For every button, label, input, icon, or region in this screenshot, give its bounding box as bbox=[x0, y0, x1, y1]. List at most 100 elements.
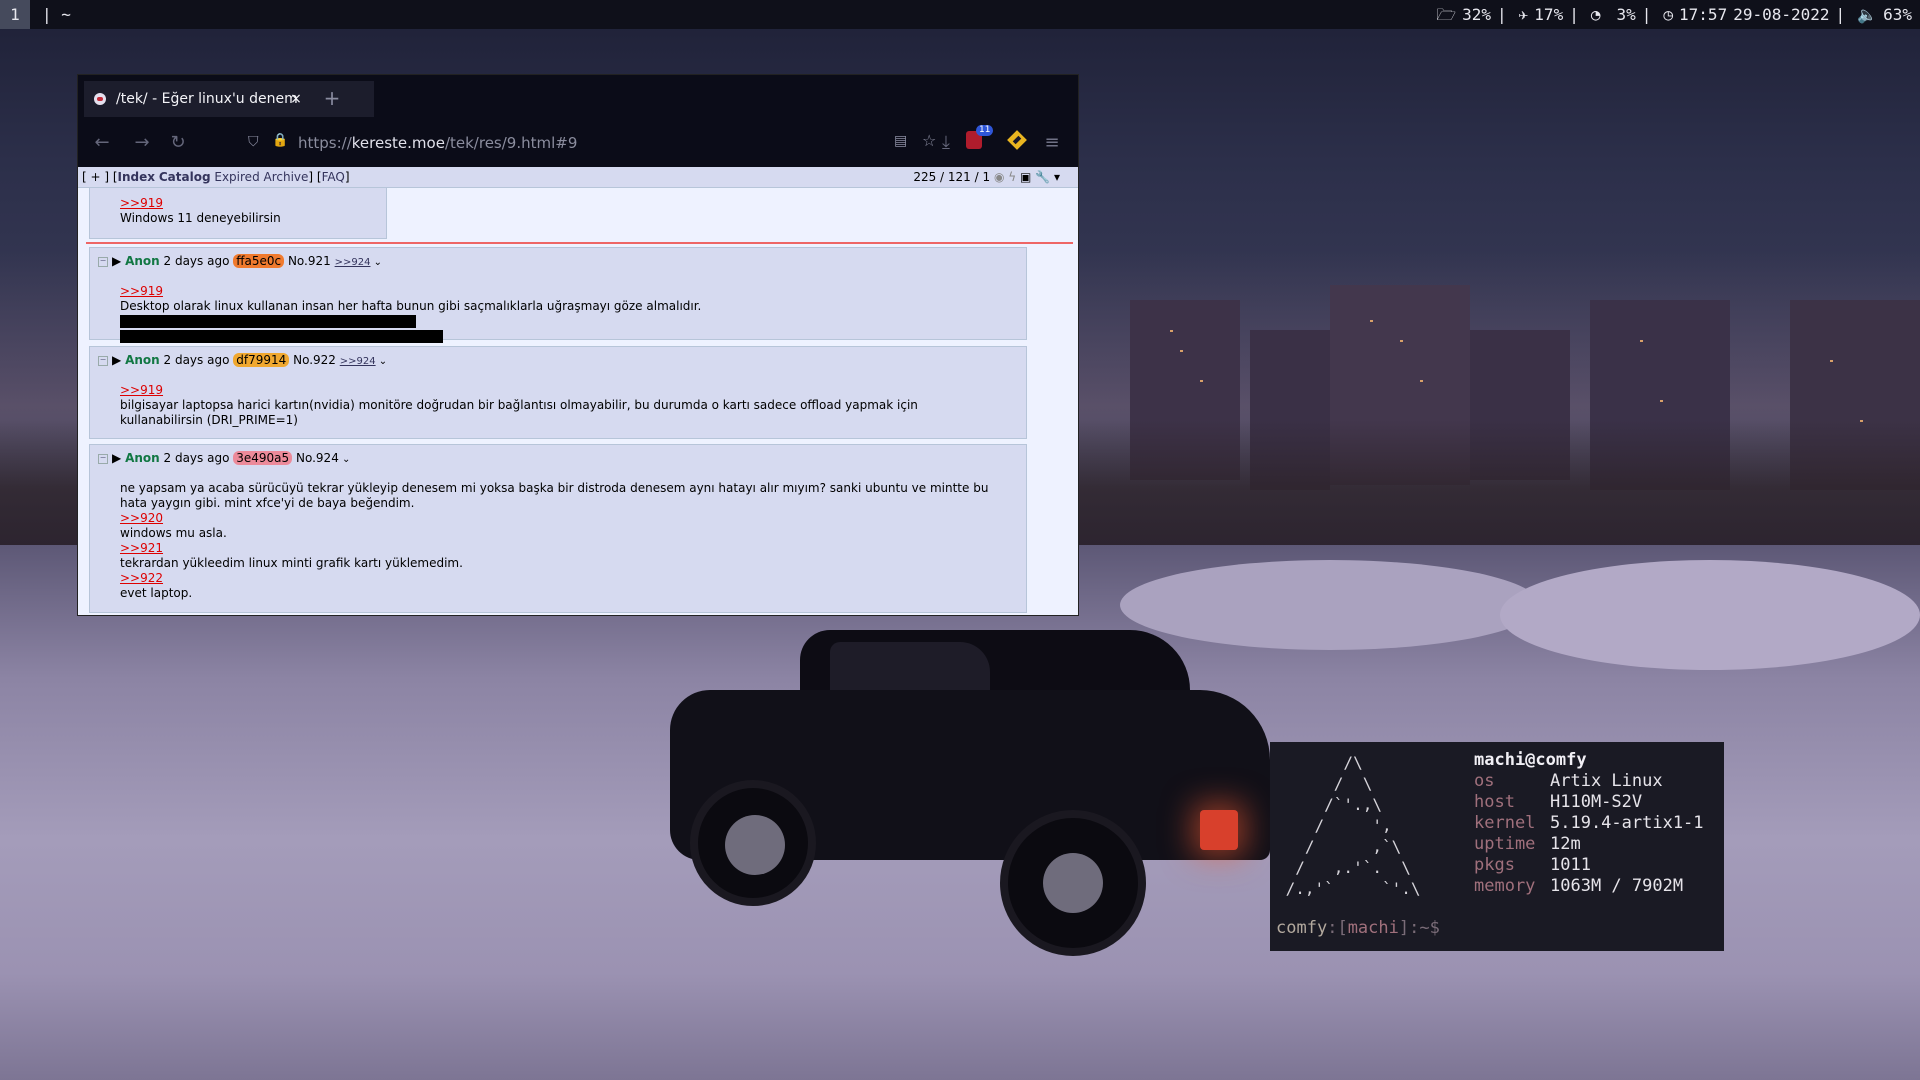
url-bar[interactable]: ⛉ 🔒 https://kereste.moe/tek/res/9.html#9… bbox=[248, 127, 958, 159]
quote-link[interactable]: >>919 bbox=[120, 383, 1000, 398]
workspace-indicator[interactable]: 1 bbox=[0, 0, 30, 29]
quote-link[interactable]: >>921 bbox=[120, 541, 1000, 556]
post-text: evet laptop. bbox=[120, 586, 193, 600]
navigation-bar: ← → ↻ ⛉ 🔒 https://kereste.moe/tek/res/9.… bbox=[78, 119, 1078, 167]
post-text-line: Desktop olarak linux kullanan insan her … bbox=[120, 299, 1000, 329]
backlink[interactable]: >>924 bbox=[340, 356, 376, 367]
archive-link[interactable]: Archive bbox=[264, 170, 309, 184]
wrench-icon[interactable]: 🔧 bbox=[1035, 170, 1050, 184]
folder-icon: 🗁 bbox=[1436, 5, 1457, 24]
prompt-bracket: [ bbox=[1337, 918, 1348, 938]
quote-link[interactable]: >>920 bbox=[120, 511, 1000, 526]
download-icon[interactable]: ⤓ bbox=[934, 131, 958, 155]
post-menu-arrow-icon[interactable]: ▶ bbox=[112, 353, 121, 367]
artix-logo-ascii: /\ / \ /`'.,\ / ', / ,`\ / ,.'`. \ /.,'`… bbox=[1285, 753, 1421, 898]
lit-window bbox=[1200, 380, 1203, 382]
terminal-window[interactable]: /\ / \ /`'.,\ / ', / ,`\ / ,.'`. \ /.,'`… bbox=[1270, 742, 1724, 951]
reload-icon[interactable]: ↻ bbox=[166, 131, 190, 155]
fetch-row: host H110M-S2V bbox=[1474, 792, 1704, 813]
separator: | bbox=[1835, 5, 1846, 24]
poster-id-badge[interactable]: 3e490a5 bbox=[233, 451, 293, 465]
fetch-key: uptime bbox=[1474, 834, 1536, 854]
new-tab-button[interactable]: + bbox=[314, 81, 350, 117]
lit-window bbox=[1660, 400, 1663, 402]
clock-date: 29-08-2022 bbox=[1733, 5, 1830, 24]
index-link[interactable]: Index bbox=[118, 170, 155, 184]
post-text: ne yapsam ya acaba sürücüyü tekrar yükle… bbox=[120, 481, 989, 510]
post-menu-arrow-icon[interactable]: ▶ bbox=[112, 254, 121, 268]
spoiler-redaction[interactable] bbox=[120, 330, 443, 343]
nav-bracket: ] [ bbox=[308, 170, 322, 184]
post-info: − ▶ Anon 2 days ago ffa5e0c No.921 >>924 … bbox=[98, 254, 382, 270]
post-text: bilgisayar laptopsa harici kartın(nvidia… bbox=[120, 398, 918, 427]
shell-prompt[interactable]: comfy:[machi]:~$ bbox=[1276, 918, 1440, 938]
catalog-link[interactable]: Catalog bbox=[159, 170, 211, 184]
image-icon[interactable]: ▣ bbox=[1020, 170, 1031, 184]
snow-mound bbox=[1500, 560, 1920, 670]
post-reply: − ▶ Anon 2 days ago 3e490a5 No.924 ⌄ ne y… bbox=[89, 444, 1027, 613]
forward-arrow-icon[interactable]: → bbox=[130, 131, 154, 155]
suv-photo bbox=[670, 630, 1280, 956]
spoiler-redaction[interactable] bbox=[120, 315, 416, 328]
fetch-value: Artix Linux bbox=[1550, 771, 1663, 791]
chevron-down-icon[interactable]: ⌄ bbox=[370, 257, 382, 268]
poster-id-badge[interactable]: ffa5e0c bbox=[233, 254, 285, 268]
dropdown-arrow-icon[interactable]: ▾ bbox=[1054, 170, 1060, 184]
close-tab-button[interactable]: × bbox=[286, 81, 306, 117]
separator: | bbox=[1569, 5, 1579, 24]
fetch-key: memory bbox=[1474, 876, 1536, 896]
eye-icon[interactable]: ◉ bbox=[994, 170, 1004, 184]
chevron-down-icon[interactable]: ⌄ bbox=[339, 454, 350, 465]
poster-id-badge[interactable]: df79914 bbox=[233, 353, 290, 367]
extension-icon[interactable] bbox=[1007, 130, 1027, 150]
quote-link[interactable]: >>919 bbox=[120, 196, 281, 211]
backlink[interactable]: >>924 bbox=[335, 257, 371, 268]
window-title-text: ~ bbox=[61, 5, 71, 24]
lit-window bbox=[1640, 340, 1643, 342]
quote-link[interactable]: >>919 bbox=[120, 284, 1000, 299]
quote-link[interactable]: >>922 bbox=[120, 571, 1000, 586]
lit-window bbox=[1170, 330, 1173, 332]
expired-link[interactable]: Expired bbox=[214, 170, 259, 184]
page-content: [ + ] [Index Catalog Expired Archive] [F… bbox=[78, 167, 1078, 615]
user-host: machi@comfy bbox=[1474, 750, 1587, 770]
fetch-value: H110M-S2V bbox=[1550, 792, 1643, 812]
thread-divider bbox=[86, 242, 1073, 244]
collapse-toggle-icon[interactable]: − bbox=[98, 453, 108, 464]
post-body: >>919 bilgisayar laptopsa harici kartın(… bbox=[120, 383, 1000, 428]
reader-view-icon[interactable]: ▤ bbox=[894, 133, 907, 149]
lit-window bbox=[1180, 350, 1183, 352]
prompt-bracket: ] bbox=[1398, 918, 1410, 938]
post-number[interactable]: No.924 bbox=[296, 451, 339, 465]
post-body: ne yapsam ya acaba sürücüyü tekrar yükle… bbox=[120, 481, 1000, 601]
back-arrow-icon[interactable]: ← bbox=[90, 131, 114, 155]
post-number[interactable]: No.921 bbox=[288, 254, 331, 268]
faq-link[interactable]: FAQ bbox=[322, 170, 345, 184]
mem-usage: 3% bbox=[1616, 5, 1636, 24]
collapse-toggle-icon[interactable]: − bbox=[98, 256, 108, 267]
fetch-key: pkgs bbox=[1474, 855, 1515, 875]
cpu-usage: 17% bbox=[1534, 5, 1564, 24]
lit-window bbox=[1370, 320, 1373, 322]
fetch-row: uptime 12m bbox=[1474, 834, 1704, 855]
car-taillight bbox=[1200, 810, 1238, 850]
lock-icon[interactable]: 🔒 bbox=[272, 133, 288, 148]
url-text[interactable]: https://kereste.moe/tek/res/9.html#9 bbox=[298, 127, 577, 159]
shield-icon[interactable]: ⛉ bbox=[248, 134, 259, 150]
chevron-down-icon[interactable]: ⌄ bbox=[376, 356, 387, 367]
title-separator: | bbox=[42, 5, 52, 24]
post-menu-arrow-icon[interactable]: ▶ bbox=[112, 451, 121, 465]
fetch-row: kernel 5.19.4-artix1-1 bbox=[1474, 813, 1704, 834]
post-number[interactable]: No.922 bbox=[293, 353, 336, 367]
lightning-icon[interactable]: ϟ bbox=[1008, 170, 1016, 184]
hamburger-menu-icon[interactable]: ≡ bbox=[1040, 131, 1064, 155]
status-modules: 🗁 32% | ✈ 17% | ◔ 3% | ◷ 17:57 29-08-2022 | 🔈 63% bbox=[1430, 0, 1912, 29]
window-title: | ~ bbox=[42, 0, 71, 29]
post-reply: − ▶ Anon 2 days ago df79914 No.922 >>924 … bbox=[89, 346, 1027, 439]
collapse-toggle-icon[interactable]: − bbox=[98, 355, 108, 366]
plane-icon: ✈ bbox=[1518, 5, 1529, 24]
post-text: windows mu asla. bbox=[120, 526, 227, 540]
prompt-host: comfy bbox=[1276, 918, 1328, 938]
post-time: 2 days ago bbox=[163, 451, 230, 465]
clock-time: 17:57 bbox=[1679, 5, 1728, 24]
